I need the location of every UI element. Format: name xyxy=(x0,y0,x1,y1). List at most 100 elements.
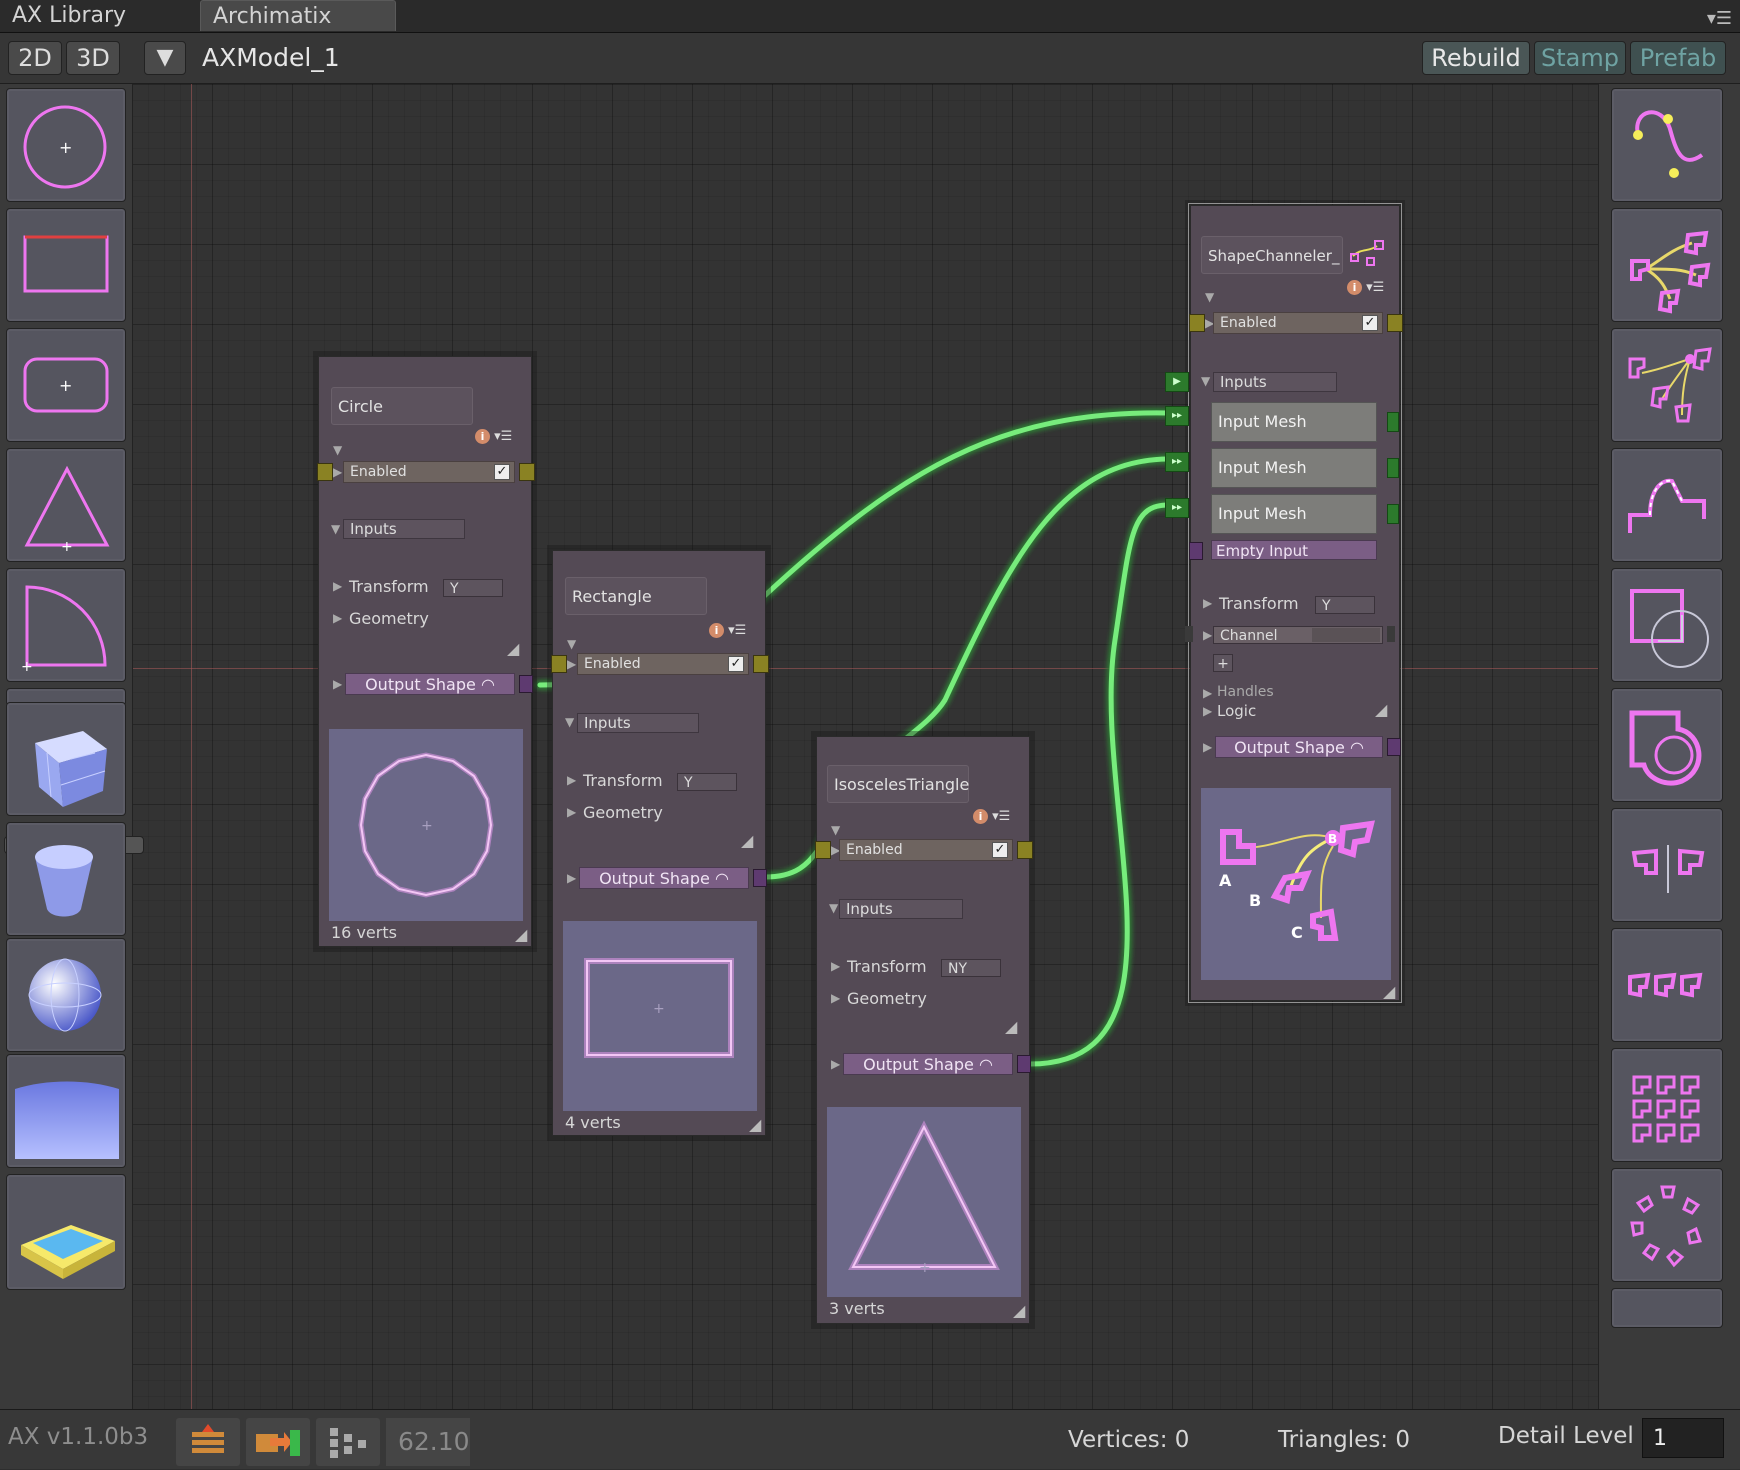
enabled-toggle[interactable]: Enabled ✓ xyxy=(577,653,749,675)
enabled-input-port[interactable] xyxy=(317,463,333,481)
logic-arrow-icon[interactable]: ▶ xyxy=(1203,704,1212,718)
add-channel-button[interactable]: + xyxy=(1213,654,1233,672)
inputs-header[interactable]: Inputs xyxy=(839,899,963,919)
channel-arrow-icon[interactable]: ▶ xyxy=(1203,628,1212,642)
transform-arrow-icon[interactable]: ▶ xyxy=(333,579,342,593)
output-arrow-icon[interactable]: ▶ xyxy=(333,677,342,691)
output-arrow-icon[interactable]: ▶ xyxy=(1203,740,1212,754)
output-arrow-icon[interactable]: ▶ xyxy=(831,1057,840,1071)
node-resize-icon[interactable]: ◢ xyxy=(515,925,527,944)
output-shape-button[interactable]: Output Shape ◠ xyxy=(579,867,749,889)
geometry-arrow-icon[interactable]: ▶ xyxy=(567,805,576,819)
inputs-header[interactable]: Inputs xyxy=(1213,372,1337,392)
handles-arrow-icon[interactable]: ▶ xyxy=(1203,686,1212,700)
empty-input-port[interactable] xyxy=(1189,542,1203,560)
shape-merger-button[interactable] xyxy=(1611,568,1723,682)
transform-axis-field[interactable]: Y xyxy=(677,773,737,791)
channel-field[interactable]: Channel xyxy=(1213,626,1383,644)
transform-label[interactable]: Transform xyxy=(583,771,663,790)
output-shape-port[interactable] xyxy=(753,869,767,887)
transform-arrow-icon[interactable]: ▶ xyxy=(567,773,576,787)
enabled-toggle[interactable]: Enabled ✓ xyxy=(343,461,515,483)
channel-dropdown[interactable] xyxy=(1312,628,1380,642)
section-resize-icon[interactable]: ◢ xyxy=(741,831,753,850)
transform-arrow-icon[interactable]: ▶ xyxy=(1203,596,1212,610)
zoom-field[interactable]: 62.10 xyxy=(386,1418,470,1466)
freeform-curve-button[interactable] xyxy=(1611,88,1723,202)
input-mesh-slot[interactable]: Input Mesh xyxy=(1211,448,1377,488)
output-shape-port[interactable] xyxy=(1017,1055,1031,1073)
enabled-toggle[interactable]: Enabled ✓ xyxy=(839,839,1013,861)
input-mesh-slot[interactable]: Input Mesh xyxy=(1211,402,1377,442)
section-resize-icon[interactable]: ◢ xyxy=(1375,700,1387,719)
plane-mesh-button[interactable] xyxy=(6,1054,126,1168)
sphere-mesh-button[interactable] xyxy=(6,938,126,1052)
node-title[interactable]: ShapeChanneler_ xyxy=(1201,236,1343,274)
radial-repeater-button[interactable] xyxy=(1611,1168,1723,1282)
box-mesh-button[interactable] xyxy=(6,702,126,816)
geometry-label[interactable]: Geometry xyxy=(847,989,927,1008)
platform-mesh-button[interactable] xyxy=(6,1174,126,1290)
transform-label[interactable]: Transform xyxy=(349,577,429,596)
enabled-checkbox[interactable]: ✓ xyxy=(1362,315,1378,331)
partial-tool-button[interactable] xyxy=(1611,1288,1723,1328)
organize-nodes-button[interactable] xyxy=(316,1418,380,1466)
collapse-arrow-icon[interactable]: ▼ xyxy=(567,637,576,651)
logic-label[interactable]: Logic xyxy=(1217,702,1256,720)
info-icon[interactable]: i ▾☰ xyxy=(709,623,746,638)
output-shape-port[interactable] xyxy=(1387,738,1401,756)
rectangle-node[interactable]: Rectangle i ▾☰ ▼ ▶ Enabled ✓ ▼ Inputs ▶ T… xyxy=(551,550,769,1136)
node-resize-icon[interactable]: ◢ xyxy=(1383,982,1395,1001)
shape-mirror-button[interactable] xyxy=(1611,808,1723,922)
input-mesh-output-port[interactable] xyxy=(1387,504,1399,524)
geometry-label[interactable]: Geometry xyxy=(583,803,663,822)
enabled-input-port[interactable] xyxy=(815,841,831,859)
inputs-header[interactable]: Inputs xyxy=(577,713,699,733)
shape-union-button[interactable] xyxy=(1611,688,1723,802)
info-icon[interactable]: i ▾☰ xyxy=(973,809,1010,824)
inputs-header[interactable]: Inputs xyxy=(343,519,465,539)
detail-level-input[interactable]: 1 xyxy=(1642,1418,1724,1458)
shape-channeler-button[interactable] xyxy=(1611,328,1723,442)
geometry-arrow-icon[interactable]: ▶ xyxy=(333,611,342,625)
enabled-toggle[interactable]: Enabled ✓ xyxy=(1213,312,1383,334)
input-mesh-output-port[interactable] xyxy=(1387,412,1399,432)
input-mesh-port[interactable]: ▸▸ xyxy=(1165,498,1189,518)
enabled-input-port[interactable] xyxy=(551,655,567,673)
output-shape-port[interactable] xyxy=(519,675,533,693)
transform-axis-field[interactable]: Y xyxy=(1315,596,1375,614)
expand-arrow-icon[interactable]: ▶ xyxy=(333,465,342,479)
transform-arrow-icon[interactable]: ▶ xyxy=(831,959,840,973)
cylinder-mesh-button[interactable] xyxy=(6,822,126,936)
inputs-arrow-icon[interactable]: ▼ xyxy=(1201,374,1210,388)
add-input-port[interactable]: ▶ xyxy=(1165,372,1189,392)
empty-input-slot[interactable]: Empty Input xyxy=(1211,540,1377,560)
linear-repeater-button[interactable] xyxy=(1611,928,1723,1042)
collapse-arrow-icon[interactable]: ▼ xyxy=(831,823,840,837)
node-title[interactable]: Rectangle xyxy=(565,577,707,615)
node-title[interactable]: IsoscelesTriangle xyxy=(827,765,969,803)
rectangle-shape-button[interactable] xyxy=(6,208,126,322)
inputs-arrow-icon[interactable]: ▼ xyxy=(565,715,574,729)
transform-axis-field[interactable]: NY xyxy=(941,959,1001,977)
channel-output-port[interactable] xyxy=(1387,626,1395,642)
input-mesh-slot[interactable]: Input Mesh xyxy=(1211,494,1377,534)
geometry-label[interactable]: Geometry xyxy=(349,609,429,628)
enabled-output-port[interactable] xyxy=(1387,314,1403,332)
output-shape-button[interactable]: Output Shape ◠ xyxy=(843,1053,1013,1075)
enabled-output-port[interactable] xyxy=(519,463,535,481)
expand-arrow-icon[interactable]: ▶ xyxy=(567,657,576,671)
grid-repeater-button[interactable] xyxy=(1611,1048,1723,1162)
info-icon[interactable]: i ▾☰ xyxy=(475,429,512,444)
input-mesh-port[interactable]: ▸▸ xyxy=(1165,406,1189,426)
enabled-output-port[interactable] xyxy=(753,655,769,673)
triangle-shape-button[interactable]: + xyxy=(6,448,126,562)
channel-input-port[interactable] xyxy=(1185,626,1193,642)
output-arrow-icon[interactable]: ▶ xyxy=(567,871,576,885)
enabled-checkbox[interactable]: ✓ xyxy=(992,842,1008,858)
node-title[interactable]: Circle xyxy=(331,387,473,425)
rounded-rectangle-shape-button[interactable]: + xyxy=(6,328,126,442)
transform-axis-field[interactable]: Y xyxy=(443,579,503,597)
geometry-arrow-icon[interactable]: ▶ xyxy=(831,991,840,1005)
input-mesh-output-port[interactable] xyxy=(1387,458,1399,478)
